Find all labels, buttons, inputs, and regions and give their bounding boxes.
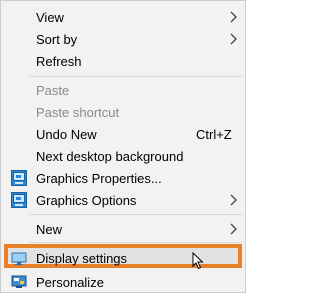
menu-item-graphics-options[interactable]: Graphics Options [1, 189, 245, 211]
menu-item-display-settings-label: Display settings [36, 251, 128, 266]
chevron-right-icon [230, 33, 237, 45]
menu-item-refresh[interactable]: Refresh [1, 50, 245, 72]
menu-item-paste-shortcut[interactable]: Paste shortcut [1, 101, 245, 123]
menu-item-undo-new[interactable]: Undo New Ctrl+Z [1, 123, 245, 145]
menu-item-view[interactable]: View [1, 6, 245, 28]
menu-item-sort-by-label: Sort by [36, 32, 78, 47]
chevron-right-icon [230, 223, 237, 235]
menu-item-display-settings[interactable]: Display settings [1, 247, 245, 269]
menu-item-new[interactable]: New [1, 218, 245, 240]
menu-item-refresh-label: Refresh [36, 54, 82, 69]
menu-separator [29, 76, 243, 77]
menu-item-graphics-properties[interactable]: Graphics Properties... [1, 167, 245, 189]
mouse-pointer-icon [192, 252, 204, 270]
menu-item-next-desktop-background[interactable]: Next desktop background [1, 145, 245, 167]
menu-item-graphics-options-label: Graphics Options [36, 193, 137, 208]
menu-item-new-label: New [36, 222, 63, 237]
personalize-desktop-icon [11, 275, 27, 288]
menu-item-view-label: View [36, 10, 64, 25]
desktop-context-menu: View Sort by Refresh Paste Paste shortcu… [0, 0, 246, 293]
intel-graphics-icon [11, 170, 27, 186]
menu-item-paste-shortcut-label: Paste shortcut [36, 105, 120, 120]
menu-item-next-desktop-background-label: Next desktop background [36, 149, 184, 164]
menu-item-personalize[interactable]: Personalize [1, 271, 245, 293]
chevron-right-icon [230, 194, 237, 206]
menu-item-graphics-properties-label: Graphics Properties... [36, 171, 162, 186]
menu-item-paste-label: Paste [36, 83, 70, 98]
menu-separator [29, 242, 243, 243]
menu-separator [29, 214, 243, 215]
keyboard-shortcut: Ctrl+Z [196, 127, 232, 142]
chevron-right-icon [230, 11, 237, 23]
display-monitor-icon [11, 252, 27, 265]
menu-item-personalize-label: Personalize [36, 275, 104, 290]
menu-item-undo-new-label: Undo New [36, 127, 97, 142]
intel-graphics-icon [11, 192, 27, 208]
menu-item-paste[interactable]: Paste [1, 79, 245, 101]
menu-item-sort-by[interactable]: Sort by [1, 28, 245, 50]
